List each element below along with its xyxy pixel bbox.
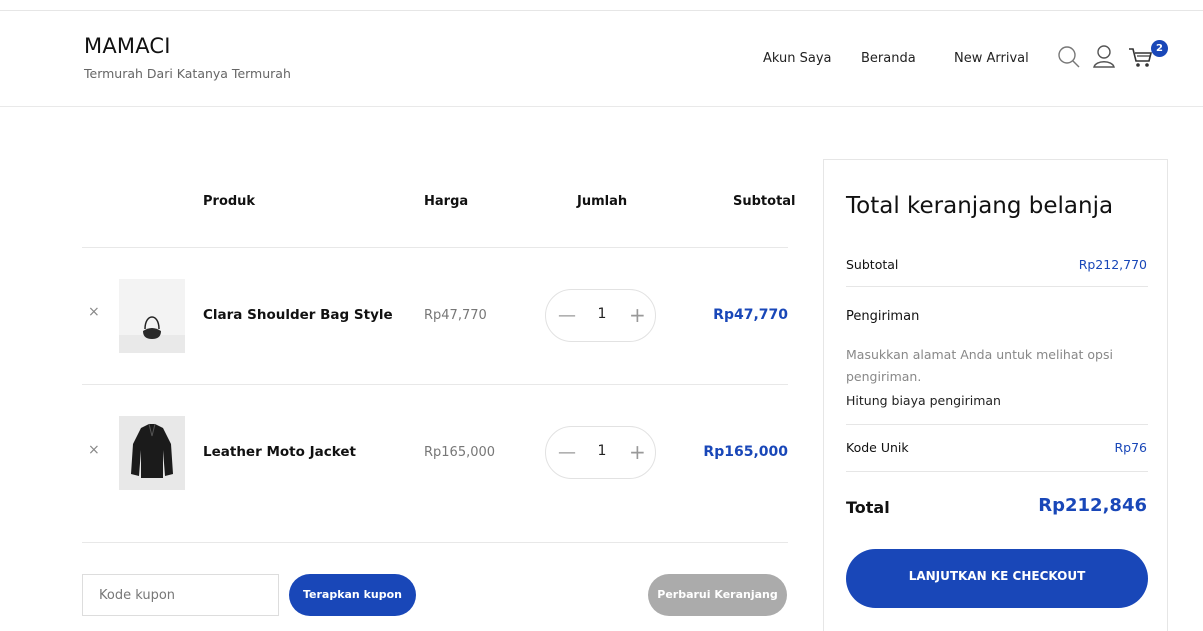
quantity-increase-button[interactable]: + bbox=[629, 303, 646, 327]
header-divider bbox=[0, 106, 1203, 107]
product-price: Rp47,770 bbox=[424, 308, 487, 323]
quantity-decrease-button[interactable]: — bbox=[558, 442, 576, 463]
search-icon[interactable] bbox=[1056, 44, 1082, 70]
coupon-code-input[interactable] bbox=[82, 574, 279, 616]
remove-item-button[interactable]: × bbox=[88, 304, 100, 320]
site-title[interactable]: MAMACI bbox=[84, 34, 171, 58]
item-subtotal: Rp47,770 bbox=[713, 307, 788, 323]
table-divider bbox=[82, 247, 788, 248]
product-name[interactable]: Leather Moto Jacket bbox=[203, 444, 356, 460]
quantity-increase-button[interactable]: + bbox=[629, 440, 646, 464]
totals-divider bbox=[846, 471, 1148, 472]
grand-total-value: Rp212,846 bbox=[1038, 495, 1147, 516]
quantity-stepper[interactable]: — 1 + bbox=[545, 426, 656, 479]
totals-divider bbox=[846, 424, 1148, 425]
column-header-price: Harga bbox=[424, 194, 469, 209]
quantity-value[interactable]: 1 bbox=[597, 306, 607, 322]
table-divider bbox=[82, 542, 788, 543]
site-tagline: Termurah Dari Katanya Termurah bbox=[84, 66, 291, 81]
shipping-label: Pengiriman bbox=[846, 309, 920, 324]
totals-subtotal-value: Rp212,770 bbox=[1078, 257, 1147, 272]
unique-code-label: Kode Unik bbox=[846, 440, 909, 455]
column-header-subtotal: Subtotal bbox=[733, 194, 796, 209]
quantity-stepper[interactable]: — 1 + bbox=[545, 289, 656, 342]
product-thumbnail-bag[interactable] bbox=[119, 279, 185, 353]
table-divider bbox=[82, 384, 788, 385]
column-header-quantity: Jumlah bbox=[577, 194, 628, 209]
totals-subtotal-label: Subtotal bbox=[846, 257, 899, 272]
item-subtotal: Rp165,000 bbox=[703, 444, 788, 460]
cart-totals-title: Total keranjang belanja bbox=[846, 193, 1114, 219]
user-icon[interactable] bbox=[1092, 44, 1118, 70]
apply-coupon-button[interactable]: Terapkan kupon bbox=[289, 574, 416, 616]
nav-new-arrival[interactable]: New Arrival bbox=[954, 51, 1029, 66]
cart-count-badge: 2 bbox=[1151, 40, 1168, 57]
grand-total-label: Total bbox=[846, 498, 890, 517]
cart-totals-panel: Total keranjang belanja Subtotal Rp212,7… bbox=[823, 159, 1168, 631]
nav-beranda[interactable]: Beranda bbox=[861, 51, 916, 66]
product-name[interactable]: Clara Shoulder Bag Style bbox=[203, 307, 393, 323]
top-divider bbox=[0, 10, 1203, 11]
unique-code-value: Rp76 bbox=[1114, 440, 1147, 455]
product-thumbnail-jacket[interactable] bbox=[119, 416, 185, 490]
quantity-decrease-button[interactable]: — bbox=[558, 305, 576, 326]
remove-item-button[interactable]: × bbox=[88, 442, 100, 458]
quantity-value[interactable]: 1 bbox=[597, 443, 607, 459]
product-price: Rp165,000 bbox=[424, 445, 496, 460]
nav-akun-saya[interactable]: Akun Saya bbox=[763, 51, 832, 66]
calculate-shipping-link[interactable]: Hitung biaya pengiriman bbox=[846, 393, 1001, 408]
proceed-to-checkout-button[interactable]: LANJUTKAN KE CHECKOUT bbox=[846, 549, 1148, 608]
column-header-product: Produk bbox=[203, 194, 256, 209]
shipping-note: Masukkan alamat Anda untuk melihat opsi … bbox=[846, 347, 1113, 384]
update-cart-button[interactable]: Perbarui Keranjang bbox=[648, 574, 787, 616]
totals-divider bbox=[846, 286, 1148, 287]
